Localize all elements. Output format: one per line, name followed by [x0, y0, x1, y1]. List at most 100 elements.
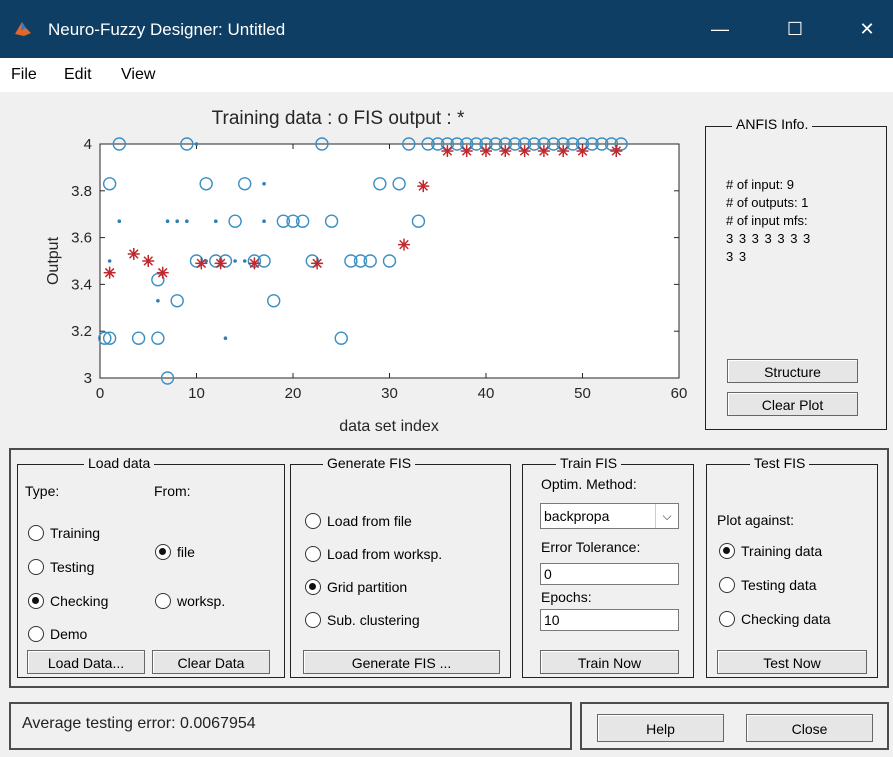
status-panel: Average testing error: 0.0067954: [9, 702, 572, 750]
radio-circle[interactable]: [28, 559, 44, 575]
fis-output-point: [311, 257, 324, 270]
fis-output-point: [499, 145, 512, 158]
type-label: Type:: [25, 483, 60, 499]
status-text: Average testing error: 0.0067954: [22, 715, 256, 732]
fis-output-point: [460, 145, 473, 158]
footer-panel: Help Close: [580, 702, 889, 750]
train-now-button[interactable]: Train Now: [540, 650, 679, 674]
menu-edit[interactable]: Edit: [64, 66, 92, 84]
dot-point: [214, 219, 218, 224]
minimize-icon[interactable]: —: [698, 14, 742, 44]
clear-plot-button[interactable]: Clear Plot: [727, 392, 858, 416]
epochs-input[interactable]: 10: [540, 609, 679, 631]
fis-output-point: [156, 266, 169, 279]
dot-point: [117, 219, 122, 224]
dot-point: [223, 336, 228, 341]
generate-fis-group: Generate FIS Load from file Load from wo…: [290, 455, 511, 678]
from-label: From:: [154, 483, 191, 499]
radio-circle[interactable]: [305, 612, 321, 628]
dot-point: [107, 259, 112, 263]
chevron-down-icon[interactable]: ⌵: [655, 504, 678, 528]
y-tick-label: 3.2: [71, 323, 92, 340]
fis-output-point: [537, 145, 550, 158]
x-tick-label: 0: [96, 385, 104, 402]
y-tick-label: 3.6: [71, 230, 92, 247]
test-fis-group: Test FIS Plot against: Training data Tes…: [706, 455, 878, 678]
test-now-button[interactable]: Test Now: [717, 650, 867, 674]
load-data-group: Load data Type: From: Training Testing C…: [17, 455, 285, 678]
anfis-info-title: ANFIS Info.: [732, 116, 813, 132]
fis-output-point: [127, 247, 140, 260]
train-fis-group: Train FIS Optim. Method: backpropa ⌵ Err…: [522, 455, 694, 678]
radio-circle[interactable]: [305, 579, 321, 595]
anfis-mfs-line1: 3 3 3 3 3 3 3: [726, 231, 811, 246]
plot-area: Training data : o FIS output : * 0 10 20 30…: [45, 108, 688, 435]
menu-bar: File Edit View: [0, 58, 893, 93]
optim-method-value: backpropa: [544, 508, 610, 524]
y-tick-label: 3.8: [71, 183, 92, 200]
dot-point: [185, 219, 189, 224]
fis-output-point: [248, 257, 261, 270]
fis-output-point: [576, 145, 589, 158]
help-button[interactable]: Help: [597, 714, 724, 742]
dot-point: [194, 142, 199, 146]
matlab-icon: [15, 22, 31, 36]
x-tick-label: 10: [188, 385, 205, 402]
radio-circle[interactable]: [28, 593, 44, 609]
x-tick-label: 30: [381, 385, 398, 402]
radio-circle[interactable]: [28, 525, 44, 541]
fis-output-point: [610, 145, 623, 158]
plot-axes: [99, 143, 680, 379]
controls-panel: Load data Type: From: Training Testing C…: [9, 448, 889, 688]
anfis-mfs-line2: 3 3: [726, 249, 747, 264]
radio-circle[interactable]: [719, 543, 735, 559]
fis-output-point: [480, 145, 492, 158]
optim-method-select[interactable]: backpropa ⌵: [540, 503, 679, 529]
menu-view[interactable]: View: [121, 66, 155, 84]
x-tick-labels: 0 10 20 30 40 50 60: [96, 385, 688, 402]
anfis-outputs: # of outputs: 1: [726, 195, 809, 210]
y-axis-label: Output: [45, 236, 62, 285]
radio-circle[interactable]: [28, 626, 44, 642]
x-tick-label: 20: [285, 385, 302, 402]
window-title: Neuro-Fuzzy Designer: Untitled: [48, 20, 286, 39]
radio-circle[interactable]: [719, 611, 735, 627]
y-tick-label: 4: [84, 136, 92, 153]
x-tick-label: 50: [574, 385, 591, 402]
load-data-button[interactable]: Load Data...: [27, 650, 145, 674]
x-tick-label: 40: [478, 385, 495, 402]
y-tick-label: 3.4: [71, 276, 92, 293]
fis-output-point: [103, 266, 116, 279]
radio-circle[interactable]: [305, 546, 321, 562]
y-tick-labels: 3 3.2 3.4 3.6 3.8 4: [71, 136, 92, 387]
generate-fis-button[interactable]: Generate FIS ...: [303, 650, 500, 674]
radio-circle[interactable]: [155, 544, 171, 560]
clear-data-button[interactable]: Clear Data: [152, 650, 270, 674]
maximize-icon[interactable]: ☐: [773, 14, 817, 44]
radio-circle[interactable]: [155, 593, 171, 609]
train-fis-title: Train FIS: [556, 455, 622, 471]
radio-circle[interactable]: [719, 577, 735, 593]
error-tolerance-input[interactable]: 0: [540, 563, 679, 585]
fis-output-point: [397, 238, 410, 251]
close-icon[interactable]: ✕: [845, 14, 889, 44]
test-fis-title: Test FIS: [750, 455, 810, 471]
optim-method-label: Optim. Method:: [541, 476, 637, 492]
epochs-label: Epochs:: [541, 589, 592, 605]
anfis-mfs-label: # of input mfs:: [726, 213, 808, 228]
dot-point: [262, 181, 266, 186]
main-area: Training data : o FIS output : * 0 10 20 30…: [0, 92, 893, 757]
fis-output-point: [417, 180, 430, 193]
menu-file[interactable]: File: [11, 66, 37, 84]
radio-circle[interactable]: [305, 513, 321, 529]
dot-point: [242, 259, 247, 263]
dot-point: [175, 219, 179, 224]
fis-output-point: [518, 145, 531, 158]
close-button[interactable]: Close: [746, 714, 873, 742]
structure-button[interactable]: Structure: [727, 359, 858, 383]
x-tick-label: 60: [671, 385, 688, 402]
fis-output-point: [441, 145, 454, 158]
fis-output-point: [214, 257, 227, 270]
dot-point: [165, 219, 170, 224]
dot-point: [262, 219, 266, 224]
